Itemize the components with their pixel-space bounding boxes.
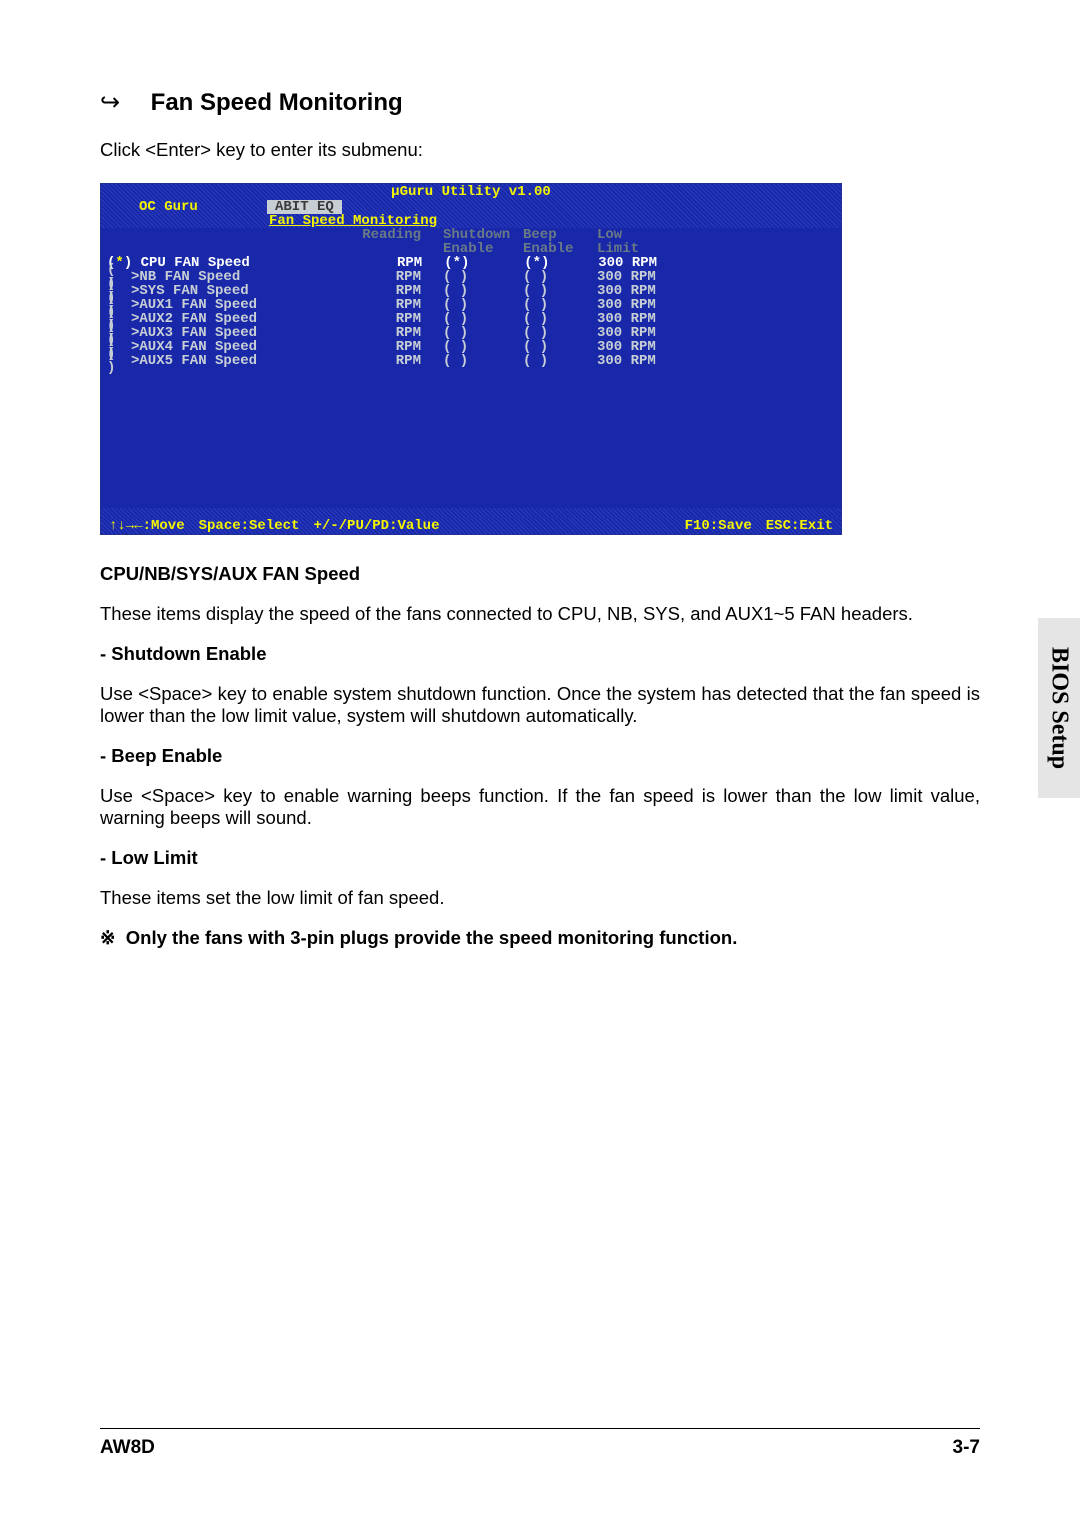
bullet-low-limit: - Low Limit	[100, 847, 980, 869]
bios-fan-row[interactable]: (*) CPU FAN SpeedRPM(*)(*)300 RPM	[101, 256, 841, 270]
low-limit-value[interactable]: 300 RPM	[597, 270, 687, 284]
col-header-reading: Reading	[291, 228, 421, 242]
section-title: Fan Speed Monitoring	[151, 89, 403, 116]
fan-name: >AUX2 FAN Speed	[131, 312, 291, 326]
beep-enable-toggle[interactable]: ( )	[523, 270, 597, 284]
col-header-low: Low	[597, 228, 687, 242]
fan-name: >AUX3 FAN Speed	[131, 326, 291, 340]
fan-name: >AUX4 FAN Speed	[131, 340, 291, 354]
shutdown-enable-toggle[interactable]: ( )	[443, 270, 523, 284]
bios-body: Reading Shutdown Beep Low Enable Enable …	[101, 228, 841, 508]
fan-name: >NB FAN Speed	[131, 270, 291, 284]
shutdown-enable-toggle[interactable]: ( )	[443, 326, 523, 340]
description-body: CPU/NB/SYS/AUX FAN Speed These items dis…	[100, 563, 980, 949]
hint-save: F10:Save	[685, 519, 752, 533]
fan-reading: RPM	[292, 256, 422, 270]
fan-reading: RPM	[291, 340, 421, 354]
fan-reading: RPM	[291, 298, 421, 312]
shutdown-enable-toggle[interactable]: ( )	[443, 312, 523, 326]
fan-name: >AUX1 FAN Speed	[131, 298, 291, 312]
bios-subtitle-row: Fan Speed Monitoring	[101, 214, 841, 228]
note-glyph-icon: ※	[100, 927, 116, 948]
arrow-icon: ↪	[100, 88, 144, 117]
fan-reading: RPM	[291, 312, 421, 326]
bios-footer: ↑↓→←:Move Space:Select +/-/PU/PD:Value F…	[101, 518, 841, 534]
hint-move: ↑↓→←:Move	[109, 519, 185, 533]
note-3pin: ※ Only the fans with 3-pin plugs provide…	[100, 927, 980, 949]
shutdown-enable-toggle[interactable]: ( )	[443, 284, 523, 298]
intro-text: Click <Enter> key to enter its submenu:	[100, 139, 980, 161]
fan-reading: RPM	[291, 284, 421, 298]
low-limit-value[interactable]: 300 RPM	[597, 312, 687, 326]
shutdown-enable-toggle[interactable]: ( )	[443, 354, 523, 368]
fan-reading: RPM	[291, 354, 421, 368]
shutdown-enable-toggle[interactable]: (*)	[444, 256, 524, 270]
col-header-beep2: Enable	[523, 242, 597, 256]
bios-fan-row[interactable]: ( )>AUX4 FAN SpeedRPM( )( )300 RPM	[101, 340, 841, 354]
desc-p3: Use <Space> key to enable warning beeps …	[100, 785, 980, 829]
shutdown-enable-toggle[interactable]: ( )	[443, 340, 523, 354]
bios-header-row1: Reading Shutdown Beep Low	[101, 228, 841, 242]
low-limit-value[interactable]: 300 RPM	[598, 256, 688, 270]
document-page: ↪ Fan Speed Monitoring Click <Enter> key…	[0, 0, 1080, 1529]
beep-enable-toggle[interactable]: ( )	[523, 340, 597, 354]
beep-enable-toggle[interactable]: ( )	[523, 284, 597, 298]
bios-title: µGuru Utility v1.00	[101, 184, 841, 200]
shutdown-enable-toggle[interactable]: ( )	[443, 298, 523, 312]
hint-exit: ESC:Exit	[766, 519, 833, 533]
col-header-shutdown2: Enable	[443, 242, 523, 256]
beep-enable-toggle[interactable]: (*)	[524, 256, 598, 270]
low-limit-value[interactable]: 300 RPM	[597, 354, 687, 368]
page-footer: AW8D 3-7	[100, 1428, 980, 1459]
section-heading: ↪ Fan Speed Monitoring	[100, 88, 980, 117]
col-header-beep: Beep	[523, 228, 597, 242]
fan-name: >AUX5 FAN Speed	[131, 354, 291, 368]
beep-enable-toggle[interactable]: ( )	[523, 326, 597, 340]
fan-name: >SYS FAN Speed	[131, 284, 291, 298]
side-tab: BIOS Setup	[1038, 618, 1080, 798]
fan-reading: RPM	[291, 326, 421, 340]
tab-oc-guru[interactable]: OC Guru	[131, 200, 206, 214]
bullet-shutdown-enable: - Shutdown Enable	[100, 643, 980, 665]
side-tab-label: BIOS Setup	[1046, 647, 1073, 769]
bios-fan-row[interactable]: ( )>AUX3 FAN SpeedRPM( )( )300 RPM	[101, 326, 841, 340]
desc-p4: These items set the low limit of fan spe…	[100, 887, 980, 909]
low-limit-value[interactable]: 300 RPM	[597, 326, 687, 340]
bios-fan-row[interactable]: ( )>SYS FAN SpeedRPM( )( )300 RPM	[101, 284, 841, 298]
col-header-low2: Limit	[597, 242, 687, 256]
desc-p2: Use <Space> key to enable system shutdow…	[100, 683, 980, 727]
bios-fan-row[interactable]: ( )>AUX1 FAN SpeedRPM( )( )300 RPM	[101, 298, 841, 312]
low-limit-value[interactable]: 300 RPM	[597, 340, 687, 354]
col-header-shutdown: Shutdown	[443, 228, 523, 242]
bios-screenshot: µGuru Utility v1.00 OC Guru ABIT EQ Fan …	[100, 183, 842, 535]
low-limit-value[interactable]: 300 RPM	[597, 284, 687, 298]
footer-left: AW8D	[100, 1437, 155, 1459]
hint-select: Space:Select	[199, 519, 300, 533]
beep-enable-toggle[interactable]: ( )	[523, 354, 597, 368]
beep-enable-toggle[interactable]: ( )	[523, 298, 597, 312]
beep-enable-toggle[interactable]: ( )	[523, 312, 597, 326]
hint-value: +/-/PU/PD:Value	[313, 519, 439, 533]
low-limit-value[interactable]: 300 RPM	[597, 298, 687, 312]
bios-fan-row[interactable]: ( )>AUX2 FAN SpeedRPM( )( )300 RPM	[101, 312, 841, 326]
subheading-fanspeed: CPU/NB/SYS/AUX FAN Speed	[100, 563, 980, 585]
fan-reading: RPM	[291, 270, 421, 284]
bullet-beep-enable: - Beep Enable	[100, 745, 980, 767]
footer-right: 3-7	[953, 1437, 980, 1459]
bios-tabs: OC Guru ABIT EQ	[101, 200, 841, 214]
row-enable-toggle[interactable]: ( )	[107, 347, 131, 375]
bios-fan-row[interactable]: ( )>AUX5 FAN SpeedRPM( )( )300 RPM	[101, 354, 841, 368]
fan-name: CPU FAN Speed	[132, 256, 292, 270]
desc-p1: These items display the speed of the fan…	[100, 603, 980, 625]
bios-header-row2: Enable Enable Limit	[101, 242, 841, 256]
tab-abit-eq[interactable]: ABIT EQ	[267, 200, 342, 214]
bios-subtitle: Fan Speed Monitoring	[269, 214, 437, 228]
note-text: Only the fans with 3-pin plugs provide t…	[126, 927, 738, 948]
bios-fan-row[interactable]: ( )>NB FAN SpeedRPM( )( )300 RPM	[101, 270, 841, 284]
